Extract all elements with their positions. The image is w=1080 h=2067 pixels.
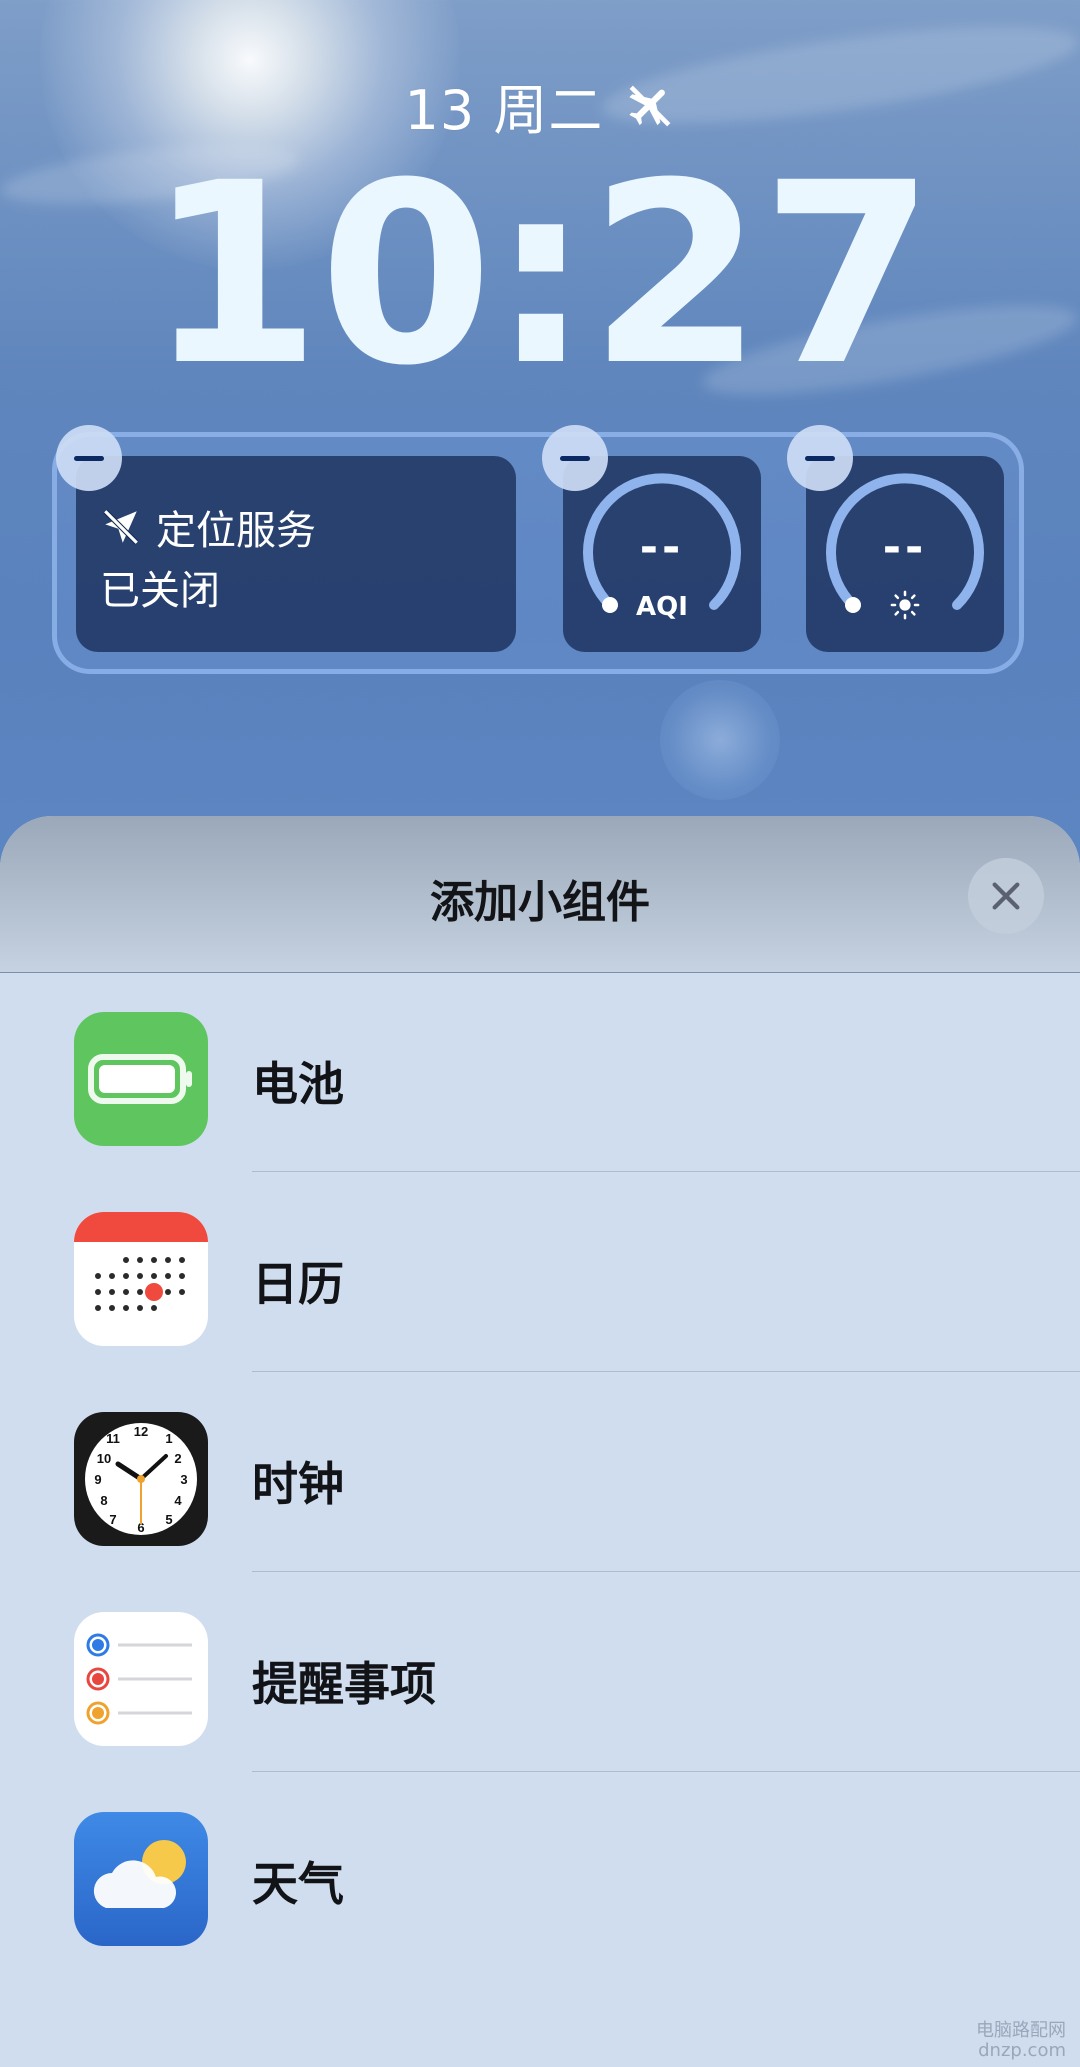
list-item-weather[interactable]: 天气 [0,1772,1080,1972]
svg-text:11: 11 [106,1431,120,1446]
minus-icon [805,455,835,461]
lens-flare [660,680,780,800]
list-item-calendar[interactable]: 日历 [0,1172,1080,1372]
svg-text:9: 9 [94,1472,101,1487]
airplane-icon [625,81,675,131]
svg-text:10: 10 [97,1451,111,1466]
location-widget[interactable]: 定位服务 已关闭 [76,456,516,652]
list-item-label: 日历 [252,1257,344,1311]
remove-aqi-widget-button[interactable] [542,425,608,491]
minus-icon [74,455,104,461]
reminders-app-icon [74,1612,208,1746]
weather-app-icon [74,1812,208,1946]
aqi-label: AQI [636,592,688,622]
clock-app-icon: 12 1 2 345 678 9 10 11 [74,1412,208,1546]
watermark-line1: 电脑路配网 [976,2020,1066,2041]
calendar-app-icon [74,1212,208,1346]
svg-text:2: 2 [174,1451,181,1466]
aqi-value: -- [639,522,685,573]
list-item-label: 提醒事项 [252,1657,436,1711]
list-item-label: 电池 [252,1057,344,1111]
location-disabled-icon [100,506,142,548]
close-button[interactable] [968,858,1044,934]
remove-uv-widget-button[interactable] [787,425,853,491]
svg-text:8: 8 [100,1493,107,1508]
sheet-header: 添加小组件 [0,816,1080,973]
svg-text:4: 4 [174,1493,182,1508]
svg-text:12: 12 [134,1424,148,1439]
list-item-battery[interactable]: 电池 [0,972,1080,1172]
add-widget-sheet: 添加小组件 电池 日历 12 1 2 3 4 5 6 7 8 9 10 11 时… [0,816,1080,2067]
svg-text:1: 1 [165,1431,172,1446]
uv-value: -- [882,522,928,573]
location-widget-title: 定位服务 [100,498,316,556]
sheet-title: 添加小组件 [430,877,650,928]
close-icon [992,882,1020,910]
svg-text:3: 3 [180,1472,187,1487]
svg-text:5: 5 [165,1512,172,1527]
watermark-line2: dnzp.com [978,2040,1066,2061]
watermark: 电脑路配网 dnzp.com [976,2021,1066,2061]
sun-icon [890,590,920,620]
widget-app-list: 电池 日历 12 1 2 3 4 5 6 7 8 9 10 11 时钟 提醒事项… [0,972,1080,1972]
list-item-label: 时钟 [252,1457,344,1511]
remove-location-widget-button[interactable] [56,425,122,491]
list-item-clock[interactable]: 12 1 2 345 678 9 10 11 时钟 [0,1372,1080,1572]
list-item-reminders[interactable]: 提醒事项 [0,1572,1080,1772]
svg-text:7: 7 [109,1512,116,1527]
list-item-label: 天气 [252,1857,344,1911]
lock-clock: 10:27 [147,129,935,420]
location-widget-line2: 已关闭 [100,568,220,614]
location-widget-line1: 定位服务 [156,508,316,554]
battery-app-icon [74,1012,208,1146]
minus-icon [560,455,590,461]
